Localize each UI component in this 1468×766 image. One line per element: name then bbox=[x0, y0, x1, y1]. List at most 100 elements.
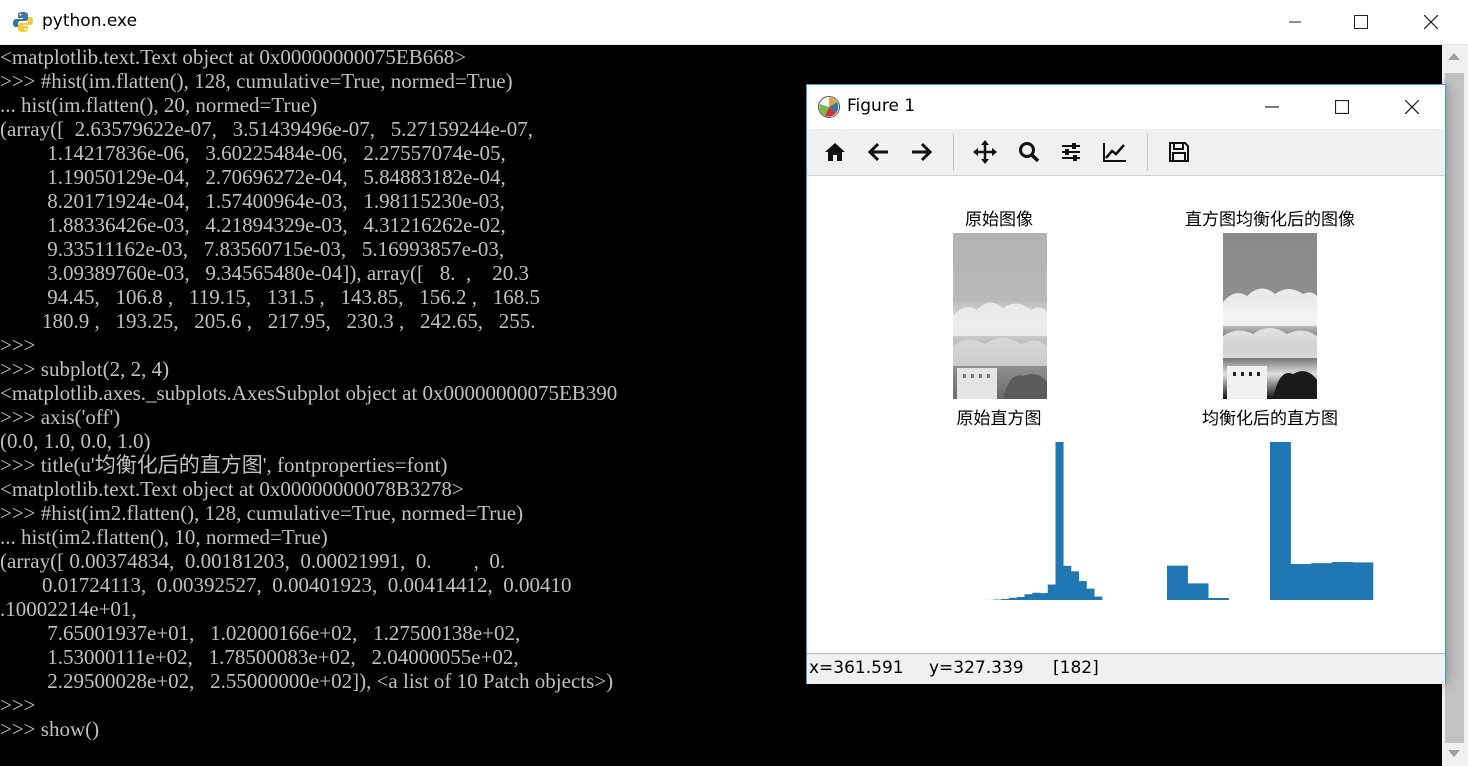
minimize-button[interactable] bbox=[1272, 0, 1318, 44]
original-image bbox=[953, 233, 1047, 399]
scroll-up-icon[interactable] bbox=[1448, 53, 1460, 60]
histogram-bar bbox=[1094, 596, 1103, 600]
histogram-bar bbox=[1032, 592, 1041, 600]
close-icon bbox=[1405, 100, 1419, 114]
console-line: (0.0, 1.0, 0.0, 1.0) bbox=[0, 429, 151, 453]
console-line: >>> title(u'均衡化后的直方图', fontproperties=fo… bbox=[0, 453, 448, 477]
figure-statusbar: x=361.591 y=327.339 [182] bbox=[807, 653, 1445, 684]
configure-subplots-icon bbox=[1062, 143, 1080, 161]
histogram-bar bbox=[1270, 442, 1291, 600]
equalized-image bbox=[1223, 233, 1317, 399]
histogram-bar bbox=[1047, 584, 1056, 600]
console-line: 0.01724113, 0.00392527, 0.00401923, 0.00… bbox=[0, 573, 572, 597]
console-line: 94.45, 106.8 , 119.15, 131.5 , 143.85, 1… bbox=[0, 285, 540, 309]
console-line: 1.53000111e+02, 1.78500083e+02, 2.040000… bbox=[0, 645, 519, 669]
histogram-bar bbox=[1187, 583, 1209, 600]
console-line: ... hist(im.flatten(), 20, normed=True) bbox=[0, 93, 318, 117]
console-line: 1.88336426e-03, 4.21894329e-03, 4.312162… bbox=[0, 213, 506, 237]
close-button[interactable] bbox=[1408, 0, 1454, 44]
figure-canvas[interactable]: 原始图像 直方图均衡化后的图像 原始直方图 均衡化后的直方图 bbox=[807, 176, 1445, 652]
figure-maximize-button[interactable] bbox=[1319, 85, 1365, 129]
console-titlebar: python.exe bbox=[0, 0, 1468, 45]
histogram-bar bbox=[1071, 571, 1080, 600]
minimize-icon bbox=[1265, 106, 1279, 108]
histogram-bar bbox=[1063, 565, 1072, 600]
console-line: >>> subplot(2, 2, 4) bbox=[0, 357, 170, 381]
zoom-icon bbox=[1019, 142, 1040, 163]
console-line: >>> axis('off') bbox=[0, 405, 121, 429]
pixel-value-readout: [182] bbox=[1053, 658, 1099, 678]
back-arrow-icon bbox=[868, 142, 888, 162]
subplot-title-original-image: 原始图像 bbox=[965, 210, 1033, 230]
histogram-bar bbox=[1290, 564, 1312, 600]
console-line: >>> bbox=[0, 333, 36, 357]
histogram-bar bbox=[1055, 442, 1064, 600]
console-line: <matplotlib.axes._subplots.AxesSubplot o… bbox=[0, 381, 618, 405]
subplot-title-original-histogram: 原始直方图 bbox=[957, 409, 1042, 429]
console-title: python.exe bbox=[42, 11, 138, 31]
subplot-title-equalized-image: 直方图均衡化后的图像 bbox=[1185, 210, 1355, 230]
figure-window: Figure 1 原始图像 直方图均衡化后的图像 原始直方图 均衡化后的直方图 … bbox=[806, 84, 1446, 684]
histogram-bar bbox=[1208, 597, 1230, 600]
console-line: ... hist(im2.flatten(), 10, normed=True) bbox=[0, 525, 328, 549]
histogram-bar bbox=[1078, 581, 1087, 600]
console-line: >>> show() bbox=[0, 717, 100, 741]
histogram-bar bbox=[1001, 599, 1010, 600]
forward-button[interactable] bbox=[905, 137, 937, 167]
minimize-icon bbox=[1289, 21, 1301, 23]
close-icon bbox=[1424, 15, 1438, 29]
back-button[interactable] bbox=[863, 137, 895, 167]
edit-axis-icon bbox=[1103, 143, 1126, 162]
histogram-bar bbox=[1352, 562, 1374, 600]
histogram-bar bbox=[1009, 597, 1018, 600]
figure-minimize-button[interactable] bbox=[1249, 85, 1295, 129]
histogram-bar bbox=[1086, 588, 1095, 600]
histogram-bar bbox=[1040, 593, 1049, 600]
pan-icon bbox=[973, 140, 997, 164]
console-line: 2.29500028e+02, 2.55000000e+02]), <a lis… bbox=[0, 669, 614, 693]
histogram-bar bbox=[1167, 565, 1188, 600]
toolbar-separator bbox=[953, 133, 954, 171]
cursor-x-readout: x=361.591 bbox=[809, 658, 904, 678]
configure-subplots-button[interactable] bbox=[1055, 137, 1087, 167]
original-histogram bbox=[978, 442, 1103, 600]
console-line: >>> bbox=[0, 693, 36, 717]
console-line: 8.20171924e-04, 1.57400964e-03, 1.981152… bbox=[0, 189, 505, 213]
home-icon bbox=[825, 143, 845, 161]
console-line: >>> #hist(im2.flatten(), 128, cumulative… bbox=[0, 501, 524, 525]
figure-toolbar bbox=[807, 129, 1445, 176]
console-line: <matplotlib.text.Text object at 0x000000… bbox=[0, 477, 464, 501]
maximize-icon bbox=[1335, 100, 1349, 114]
maximize-icon bbox=[1354, 15, 1368, 29]
maximize-button[interactable] bbox=[1338, 0, 1384, 44]
figure-plot-area: 原始图像 直方图均衡化后的图像 原始直方图 均衡化后的直方图 bbox=[953, 210, 1374, 600]
console-line: >>> #hist(im.flatten(), 128, cumulative=… bbox=[0, 69, 513, 93]
forward-arrow-icon bbox=[912, 142, 932, 162]
console-line: 3.09389760e-03, 9.34565480e-04]), array(… bbox=[0, 261, 529, 285]
figure-title: Figure 1 bbox=[847, 96, 916, 116]
pan-button[interactable] bbox=[969, 137, 1001, 167]
equalized-histogram bbox=[1167, 442, 1374, 600]
console-line: 1.14217836e-06, 3.60225484e-06, 2.275570… bbox=[0, 141, 506, 165]
cursor-y-readout: y=327.339 bbox=[929, 658, 1024, 678]
console-line: 7.65001937e+01, 1.02000166e+02, 1.275001… bbox=[0, 621, 521, 645]
python-icon bbox=[13, 12, 33, 32]
console-line: 180.9 , 193.25, 205.6 , 217.95, 230.3 , … bbox=[0, 309, 536, 333]
histogram-bar bbox=[1311, 563, 1333, 600]
figure-close-button[interactable] bbox=[1389, 85, 1435, 129]
save-icon bbox=[1169, 142, 1189, 162]
histogram-bar bbox=[1331, 562, 1353, 600]
console-lines: <matplotlib.text.Text object at 0x000000… bbox=[0, 45, 617, 741]
console-line: .10002214e+01, bbox=[0, 597, 137, 621]
save-button[interactable] bbox=[1163, 137, 1195, 167]
edit-axis-button[interactable] bbox=[1099, 137, 1131, 167]
toolbar-separator bbox=[1147, 133, 1148, 171]
zoom-button[interactable] bbox=[1013, 137, 1045, 167]
scroll-down-icon[interactable] bbox=[1448, 750, 1460, 757]
scroll-thumb[interactable] bbox=[1445, 73, 1464, 743]
histogram-bar bbox=[1024, 594, 1033, 600]
matplotlib-icon bbox=[818, 96, 840, 118]
home-button[interactable] bbox=[819, 137, 851, 167]
figure-titlebar: Figure 1 bbox=[807, 85, 1445, 129]
console-line: (array([ 0.00374834, 0.00181203, 0.00021… bbox=[0, 549, 506, 573]
